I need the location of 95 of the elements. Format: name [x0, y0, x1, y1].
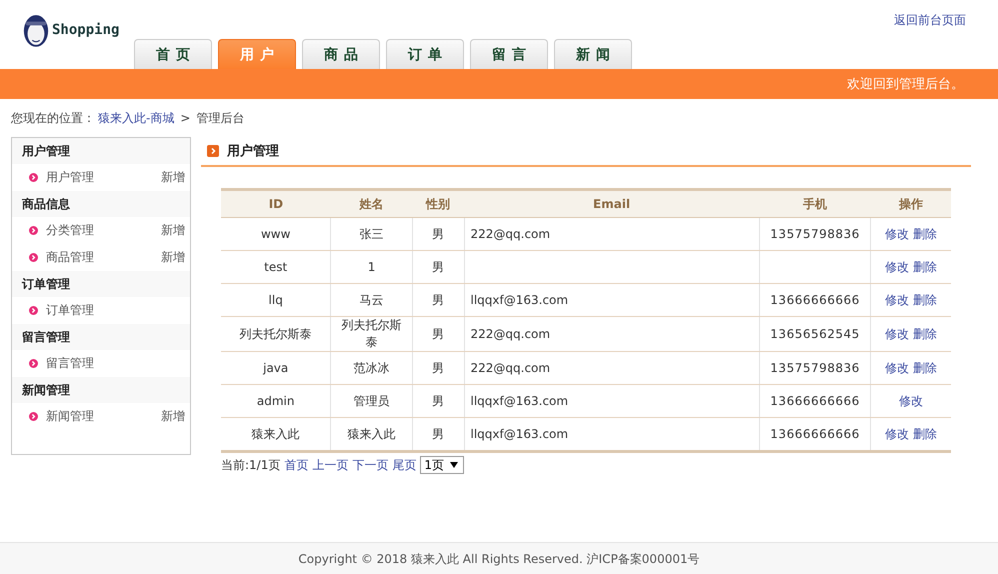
- action-link[interactable]: 修改: [885, 360, 910, 374]
- table-cell: 13575798836: [759, 352, 871, 384]
- table-cell: 222@qq.com: [464, 316, 760, 352]
- table-cell: llqqxf@163.com: [464, 384, 760, 418]
- table-cell: 13666666666: [759, 418, 871, 452]
- table-cell: 13656562545: [759, 316, 871, 352]
- table-cell: 13575798836: [759, 218, 871, 250]
- back-link[interactable]: 返回前台页面: [894, 12, 966, 29]
- nav-tab[interactable]: 商品: [302, 39, 380, 69]
- table-cell: 猿来入此: [330, 418, 412, 452]
- table-cell: 1: [330, 250, 412, 284]
- chevron-bullet-icon: [29, 253, 38, 262]
- add-link[interactable]: 新增: [161, 408, 185, 425]
- action-link[interactable]: 删除: [913, 360, 938, 374]
- table-cell: 222@qq.com: [464, 352, 760, 384]
- table-cell: 列夫托尔斯泰: [221, 316, 331, 352]
- table-cell: 男: [412, 316, 464, 352]
- table-cell: 男: [412, 284, 464, 316]
- table-cell: 男: [412, 418, 464, 452]
- breadcrumb-label: 您现在的位置：: [11, 110, 95, 126]
- chevron-bullet-icon: [29, 359, 38, 368]
- arrow-square-icon: [207, 145, 219, 157]
- table-cell: 管理员: [330, 384, 412, 418]
- action-link[interactable]: 删除: [913, 326, 938, 340]
- page-link[interactable]: 首页: [284, 456, 308, 474]
- page-link[interactable]: 上一页: [312, 456, 348, 474]
- sidebar-item[interactable]: 订单管理: [46, 302, 185, 319]
- table-cell: 13666666666: [759, 284, 871, 316]
- column-header: 手机: [759, 190, 871, 218]
- table-cell: 张三: [330, 218, 412, 250]
- column-header: Email: [464, 190, 760, 218]
- action-link[interactable]: 修改: [899, 394, 924, 408]
- chevron-bullet-icon: [29, 412, 38, 421]
- table-cell: 男: [412, 250, 464, 284]
- sidebar-item[interactable]: 用户管理: [46, 169, 153, 186]
- column-header: 操作: [870, 190, 951, 218]
- chevron-bullet-icon: [29, 226, 38, 235]
- sidebar-group-title: 新闻管理: [12, 377, 190, 403]
- action-link[interactable]: 修改: [885, 292, 910, 306]
- nav-tab[interactable]: 新闻: [554, 39, 632, 69]
- table-cell: 男: [412, 352, 464, 384]
- table-cell: test: [221, 250, 331, 284]
- table-cell: www: [221, 218, 331, 250]
- action-link[interactable]: 删除: [913, 426, 938, 440]
- chevron-bullet-icon: [29, 306, 38, 315]
- column-header: 姓名: [330, 190, 412, 218]
- table-cell: llqqxf@163.com: [464, 418, 760, 452]
- table-cell: 猿来入此: [221, 418, 331, 452]
- table-cell: 男: [412, 218, 464, 250]
- add-link[interactable]: 新增: [161, 169, 185, 186]
- nav-tab[interactable]: 留言: [470, 39, 548, 69]
- page-link[interactable]: 尾页: [392, 456, 416, 474]
- add-link[interactable]: 新增: [161, 249, 185, 266]
- logo-text: Shopping: [52, 22, 120, 38]
- breadcrumb-link[interactable]: 猿来入此-商城: [98, 110, 174, 126]
- breadcrumb-current: 管理后台: [196, 110, 244, 126]
- action-link[interactable]: 修改: [885, 326, 910, 340]
- action-link[interactable]: 删除: [913, 292, 938, 306]
- action-link[interactable]: 删除: [913, 260, 938, 274]
- table-cell: 男: [412, 384, 464, 418]
- sidebar-group-title: 订单管理: [12, 271, 190, 297]
- page-status: 当前:1/1页: [221, 456, 280, 474]
- table-cell: llqqxf@163.com: [464, 284, 760, 316]
- page-select[interactable]: 1页: [420, 456, 464, 474]
- breadcrumb-separator: >: [180, 111, 190, 125]
- nav-tab[interactable]: 首页: [134, 39, 212, 69]
- chevron-bullet-icon: [29, 173, 38, 182]
- table-cell: llq: [221, 284, 331, 316]
- welcome-text: 欢迎回到管理后台。: [847, 76, 964, 93]
- table-cell: 222@qq.com: [464, 218, 760, 250]
- sidebar-group-title: 留言管理: [12, 324, 190, 350]
- add-link[interactable]: 新增: [161, 222, 185, 239]
- sidebar-item[interactable]: 留言管理: [46, 355, 185, 372]
- action-link[interactable]: 删除: [913, 226, 938, 240]
- sidebar-item[interactable]: 分类管理: [46, 222, 153, 239]
- sidebar-group-title: 用户管理: [12, 138, 190, 164]
- action-link[interactable]: 修改: [885, 426, 910, 440]
- table-cell: java: [221, 352, 331, 384]
- table-cell: 马云: [330, 284, 412, 316]
- caret-icon: [450, 462, 458, 468]
- page-link[interactable]: 下一页: [352, 456, 388, 474]
- sidebar-item[interactable]: 商品管理: [46, 249, 153, 266]
- sidebar-item[interactable]: 新闻管理: [46, 408, 153, 425]
- nav-tab[interactable]: 订单: [386, 39, 464, 69]
- table-cell: 13666666666: [759, 384, 871, 418]
- table-cell: admin: [221, 384, 331, 418]
- action-link[interactable]: 修改: [885, 260, 910, 274]
- action-link[interactable]: 修改: [885, 226, 910, 240]
- column-header: ID: [221, 190, 331, 218]
- copyright-text: Copyright © 2018 猿来入此 All Rights Reserved. 沪ICP备案000001号: [298, 550, 700, 568]
- table-cell: 列夫托尔斯泰: [330, 316, 412, 352]
- section-title: 用户管理: [227, 142, 279, 160]
- sidebar-group-title: 商品信息: [12, 191, 190, 217]
- table-cell: 范冰冰: [330, 352, 412, 384]
- column-header: 性别: [412, 190, 464, 218]
